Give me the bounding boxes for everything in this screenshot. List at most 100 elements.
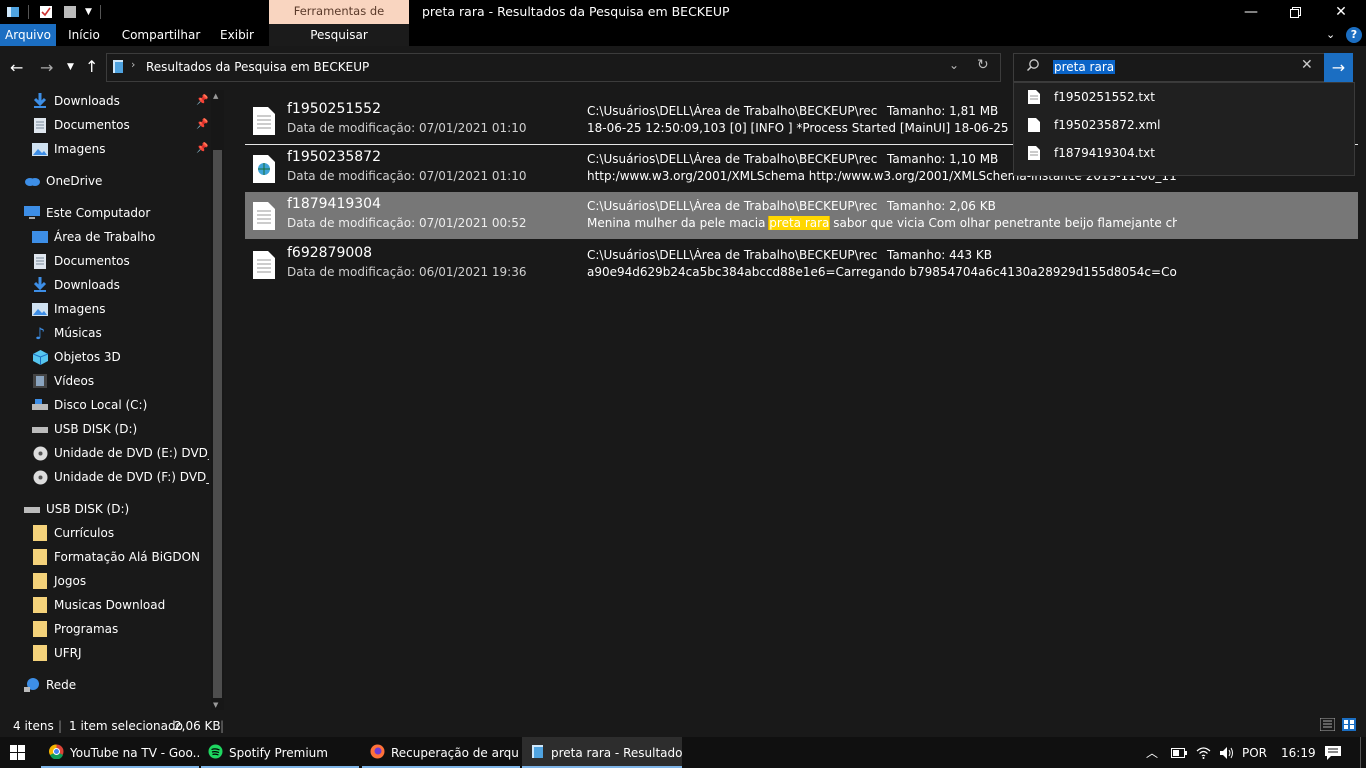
clear-search-icon[interactable]: ✕: [1301, 57, 1313, 73]
close-button[interactable]: ✕: [1318, 0, 1364, 24]
minimize-icon: —: [1244, 4, 1258, 20]
dvd-icon: [32, 445, 48, 461]
nav-music[interactable]: ♪ Músicas: [32, 321, 209, 345]
result-row-3-selected[interactable]: f1879419304 Data de modificação: 07/01/2…: [245, 192, 1358, 239]
nav-images[interactable]: Imagens: [32, 297, 209, 321]
nav-documents[interactable]: Documentos: [32, 249, 209, 273]
breadcrumb-chevron-icon[interactable]: ›: [345, 58, 349, 71]
explorer-window-icon[interactable]: [6, 5, 20, 19]
volume-icon[interactable]: [1220, 737, 1235, 768]
taskbar-app-explorer[interactable]: preta rara - Resultado...: [522, 737, 682, 768]
firefox-icon: [370, 744, 385, 762]
scroll-down-icon[interactable]: ▼: [213, 701, 218, 709]
music-note-icon: ♪: [34, 323, 46, 343]
text-file-icon: [1028, 90, 1040, 104]
nav-dvd-e[interactable]: Unidade de DVD (E:) DVD_ROM: [32, 441, 209, 465]
nav-videos[interactable]: Vídeos: [32, 369, 209, 393]
minimize-button[interactable]: —: [1228, 0, 1274, 24]
nav-quick-downloads[interactable]: Downloads: [32, 89, 207, 113]
nav-usb-disk-root[interactable]: USB DISK (D:): [24, 497, 209, 521]
input-language[interactable]: POR: [1242, 737, 1267, 768]
search-input[interactable]: preta rara: [1053, 60, 1116, 74]
start-button[interactable]: [10, 745, 25, 763]
result-name: f692879008: [287, 245, 373, 261]
nav-folder-jogos[interactable]: Jogos: [32, 569, 209, 593]
nav-scrollbar-thumb[interactable]: [213, 150, 222, 698]
nav-onedrive[interactable]: OneDrive: [24, 169, 209, 193]
breadcrumb-current[interactable]: Resultados da Pesquisa em BECKEUP: [146, 60, 369, 74]
details-view-icon[interactable]: [1319, 717, 1336, 734]
back-button[interactable]: ←: [10, 58, 23, 77]
properties-icon[interactable]: [39, 5, 53, 19]
nav-3d-objects[interactable]: Objetos 3D: [32, 345, 209, 369]
recent-locations-button[interactable]: ▼: [67, 62, 74, 72]
taskbar-app-spotify[interactable]: Spotify Premium: [201, 737, 359, 768]
clock[interactable]: 16:19: [1281, 737, 1316, 768]
nav-usb-disk-d[interactable]: USB DISK (D:): [32, 417, 209, 441]
arrow-up-icon: ↑: [85, 57, 99, 76]
usb-drive-icon: [24, 501, 40, 517]
nav-downloads[interactable]: Downloads: [32, 273, 209, 297]
qat-dropdown-icon[interactable]: ▼: [85, 7, 92, 17]
nav-desktop[interactable]: Área de Trabalho: [32, 225, 209, 249]
text-file-icon: [1028, 146, 1040, 160]
computer-icon: [24, 205, 40, 221]
up-button[interactable]: ↑: [85, 57, 98, 76]
text-file-icon: [253, 251, 275, 279]
suggestion-item[interactable]: f1879419304.txt: [1028, 143, 1155, 163]
nav-this-pc[interactable]: Este Computador: [24, 201, 209, 225]
result-path: C:\Usuários\DELL\Área de Trabalho\BECKEU…: [587, 199, 877, 213]
nav-network[interactable]: Rede: [24, 673, 209, 697]
pin-icon[interactable]: 📌: [196, 143, 208, 154]
nav-folder-curriculos[interactable]: Currículos: [32, 521, 209, 545]
tab-search[interactable]: Pesquisar: [269, 24, 409, 46]
show-hidden-icons-button[interactable]: ︿: [1146, 737, 1158, 768]
result-snippet: Menina mulher da pele macia preta rara s…: [587, 216, 1177, 230]
expand-ribbon-icon[interactable]: ⌄: [1326, 28, 1335, 41]
nav-quick-images[interactable]: Imagens: [32, 137, 207, 161]
forward-button[interactable]: →: [40, 58, 53, 77]
address-bar[interactable]: › Resultados da Pesquisa em BECKEUP › ⌄ …: [106, 53, 1001, 82]
taskbar-app-firefox[interactable]: Recuperação de arqui...: [362, 737, 520, 768]
result-row-4[interactable]: f692879008 Data de modificação: 06/01/20…: [245, 241, 1358, 288]
large-icons-view-icon[interactable]: [1342, 718, 1356, 734]
nav-folder-ufrj[interactable]: UFRJ: [32, 641, 209, 665]
nav-quick-documents[interactable]: Documentos: [32, 113, 207, 137]
tab-view[interactable]: Exibir: [214, 24, 260, 46]
explorer-search-icon: [530, 744, 545, 762]
suggestion-item[interactable]: f1950251552.txt: [1028, 87, 1155, 107]
search-results-folder-icon: [111, 59, 125, 77]
action-center-icon[interactable]: [1325, 737, 1341, 768]
nav-dvd-f[interactable]: Unidade de DVD (F:) DVD_ROM: [32, 465, 209, 489]
refresh-icon[interactable]: ↻: [977, 57, 989, 73]
tab-home[interactable]: Início: [60, 24, 108, 46]
breadcrumb-chevron-icon[interactable]: ›: [131, 58, 135, 71]
nav-folder-musicas-download[interactable]: Musicas Download: [32, 593, 209, 617]
new-folder-icon[interactable]: [63, 5, 77, 19]
battery-icon[interactable]: [1171, 737, 1187, 768]
pin-icon[interactable]: 📌: [196, 119, 208, 130]
suggestion-item[interactable]: f1950235872.xml: [1028, 115, 1161, 135]
search-go-button[interactable]: →: [1324, 53, 1353, 82]
address-history-dropdown-icon[interactable]: ⌄: [949, 58, 959, 72]
folder-icon: [32, 621, 48, 637]
scroll-up-icon[interactable]: ▲: [213, 92, 218, 100]
tab-file[interactable]: Arquivo: [0, 24, 56, 46]
result-size: Tamanho: 1,81 MB: [887, 104, 999, 118]
wifi-icon[interactable]: [1196, 737, 1211, 768]
nav-folder-programas[interactable]: Programas: [32, 617, 209, 641]
restore-button[interactable]: [1272, 0, 1318, 24]
cloud-icon: [24, 173, 40, 189]
search-box[interactable]: preta rara ✕: [1013, 53, 1326, 82]
result-date: Data de modificação: 07/01/2021 00:52: [287, 216, 527, 230]
help-icon[interactable]: ?: [1346, 27, 1362, 43]
pin-icon[interactable]: 📌: [196, 95, 208, 106]
taskbar-app-chrome[interactable]: YouTube na TV - Goo...: [41, 737, 199, 768]
tab-share[interactable]: Compartilhar: [118, 24, 204, 46]
text-file-icon: [253, 202, 275, 230]
nav-local-disk-c[interactable]: Disco Local (C:): [32, 393, 209, 417]
nav-folder-formatacao[interactable]: Formatação Alá BiGDON: [32, 545, 209, 569]
show-desktop-button[interactable]: [1360, 737, 1366, 768]
spotify-icon: [208, 744, 223, 762]
result-name: f1950235872: [287, 149, 382, 165]
